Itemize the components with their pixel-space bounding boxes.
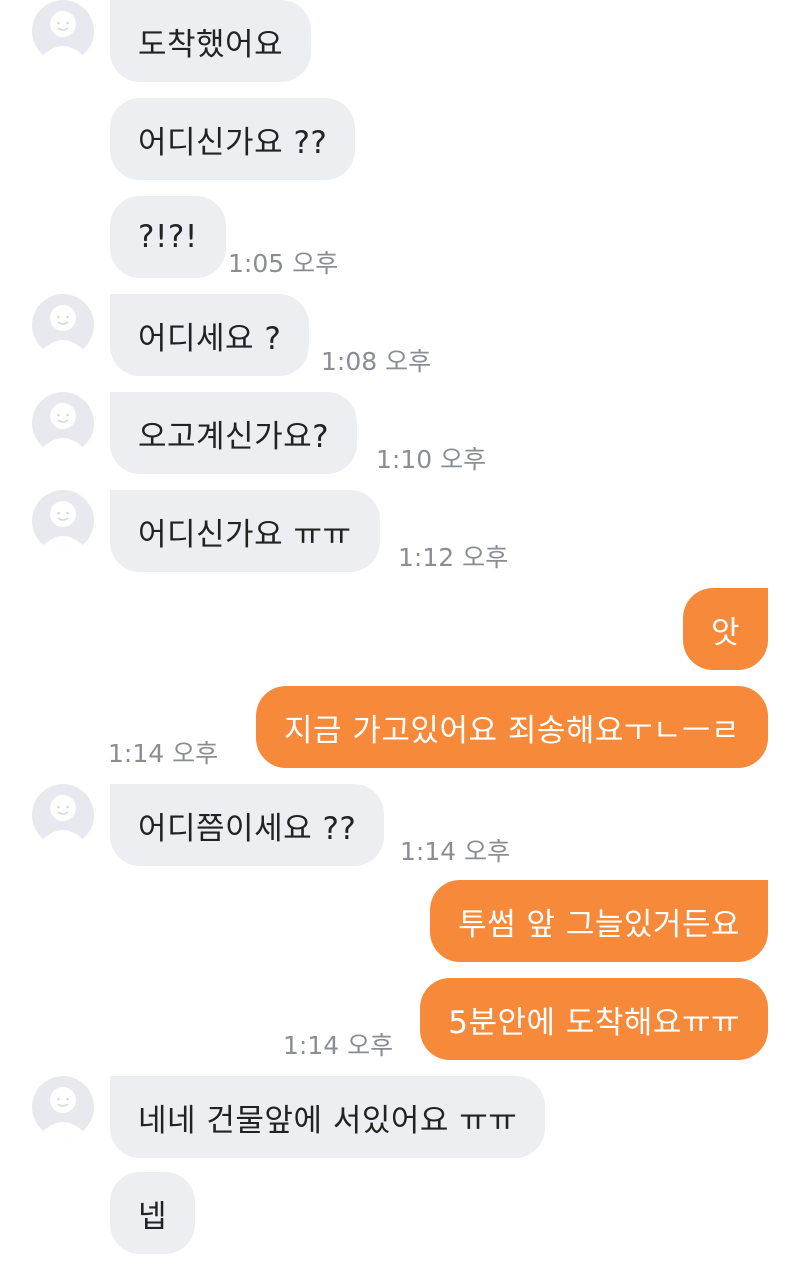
default-profile-icon [37,795,89,846]
avatar[interactable] [32,294,94,356]
message-bubble-received[interactable]: 넵 [110,1172,196,1254]
message-bubble-received[interactable]: 어디세요 ? [110,294,310,376]
message-text: 지금 가고있어요 죄송해요ㅜㄴㅡㄹ [283,712,740,749]
avatar[interactable] [32,784,94,846]
message-text: 오고계신가요? [138,418,330,455]
message-bubble-received[interactable]: 어디신가요 ㅠㅠ [110,490,380,572]
message-text: ?!?! [138,219,198,255]
message-timestamp: 1:10 오후 [376,445,487,474]
avatar[interactable] [32,392,94,454]
message-timestamp: 1:14 오후 [400,837,511,866]
message-bubble-sent[interactable]: 투썸 앞 그늘있거든요 [430,880,768,962]
message-text: 넵 [138,1198,168,1235]
message-text: 앗 [710,614,740,651]
message-text: 5분안에 도착해요ㅠㅠ [448,1004,740,1041]
chat-area: 도착했어요 어디신가요 ?? ?!?! 1:05 오후 어디세요 ? 1:08 … [0,0,800,1265]
message-text: 어디쯤이세요 ?? [138,810,357,847]
avatar[interactable] [32,490,94,552]
message-bubble-received[interactable]: 도착했어요 [110,0,312,82]
avatar[interactable] [32,1076,94,1138]
message-bubble-received[interactable]: 어디쯤이세요 ?? [110,784,385,866]
message-text: 어디신가요 ㅠㅠ [138,516,352,553]
default-profile-icon [37,1087,89,1138]
message-text: 네네 건물앞에 서있어요 ㅠㅠ [138,1102,518,1139]
message-bubble-sent[interactable]: 지금 가고있어요 죄송해요ㅜㄴㅡㄹ [255,686,768,768]
message-text: 도착했어요 [138,26,284,63]
message-bubble-received[interactable]: ?!?! [110,196,226,278]
message-text: 어디신가요 ?? [138,124,328,161]
default-profile-icon [37,403,89,454]
message-bubble-received[interactable]: 네네 건물앞에 서있어요 ㅠㅠ [110,1076,546,1158]
message-timestamp: 1:14 오후 [283,1031,394,1060]
message-text: 투썸 앞 그늘있거든요 [458,906,740,943]
default-profile-icon [37,11,89,62]
message-timestamp: 1:12 오후 [398,543,509,572]
message-timestamp: 1:14 오후 [108,739,219,768]
message-timestamp: 1:08 오후 [321,347,432,376]
default-profile-icon [37,305,89,356]
message-bubble-sent[interactable]: 앗 [682,588,768,670]
message-bubble-received[interactable]: 어디신가요 ?? [110,98,356,180]
message-text: 어디세요 ? [138,320,282,357]
message-bubble-sent[interactable]: 5분안에 도착해요ㅠㅠ [420,978,768,1060]
message-bubble-received[interactable]: 오고계신가요? [110,392,358,474]
avatar[interactable] [32,0,94,62]
default-profile-icon [37,501,89,552]
message-timestamp: 1:05 오후 [228,249,339,278]
